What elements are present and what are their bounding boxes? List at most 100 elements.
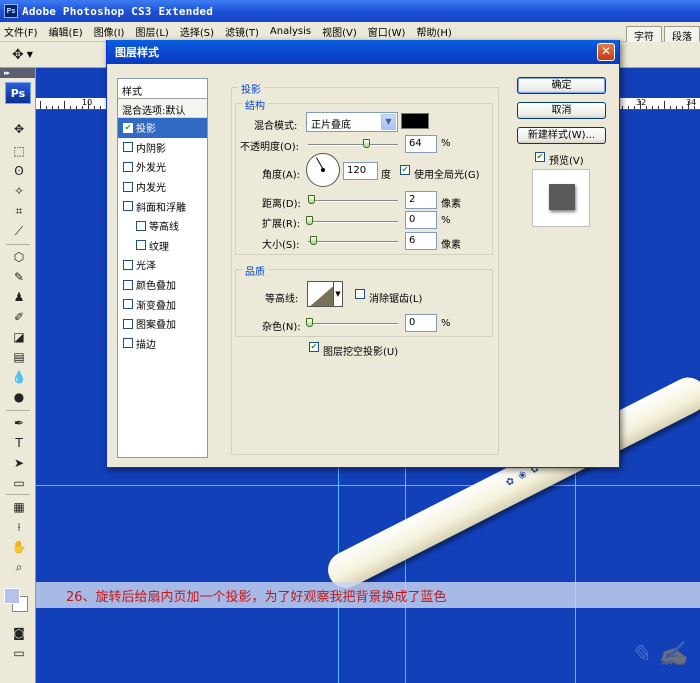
menu-layer[interactable]: 图层(L)	[135, 24, 168, 39]
close-button[interactable]: ✕	[597, 43, 615, 61]
shape-tool-icon[interactable]: ▭	[10, 474, 28, 492]
menu-window[interactable]: 窗口(W)	[368, 24, 406, 39]
menu-edit[interactable]: 编辑(E)	[49, 24, 83, 39]
spread-slider-thumb[interactable]	[306, 216, 313, 225]
style-item-checkbox[interactable]	[123, 338, 133, 349]
hand-tool-icon[interactable]: ✋	[10, 538, 28, 556]
style-item-checkbox[interactable]	[123, 161, 133, 172]
contour-dropdown-arrow[interactable]: ▼	[333, 281, 343, 307]
photoshop-logo[interactable]: Ps	[5, 82, 31, 104]
toolbox-grip[interactable]: ▸▸	[0, 68, 35, 78]
preview-label[interactable]: 预览(V)	[549, 152, 584, 167]
path-selection-tool-icon[interactable]: ➤	[10, 454, 28, 472]
blur-tool-icon[interactable]: 💧	[10, 368, 28, 386]
spread-input[interactable]: 0	[405, 211, 437, 229]
distance-input[interactable]: 2	[405, 191, 437, 209]
brush-tool-icon[interactable]: ✎	[10, 268, 28, 286]
style-item-checkbox[interactable]	[136, 240, 146, 251]
opacity-slider-thumb[interactable]	[362, 139, 370, 148]
angle-dial[interactable]	[306, 153, 340, 187]
lasso-tool-icon[interactable]: ʘ	[10, 162, 28, 180]
global-light-label[interactable]: 使用全局光(G)	[414, 166, 480, 181]
shadow-color-swatch[interactable]	[401, 113, 429, 129]
knockout-checkbox[interactable]: ✔	[309, 342, 319, 352]
blend-mode-select[interactable]: 正片叠底 ▼	[306, 112, 398, 132]
menu-filter[interactable]: 滤镜(T)	[225, 24, 259, 39]
style-item[interactable]: 等高线	[118, 216, 207, 236]
move-tool-icon[interactable]: ✥	[12, 47, 24, 63]
menu-image[interactable]: 图像(I)	[94, 24, 125, 39]
noise-input[interactable]: 0	[405, 314, 437, 332]
quick-mask-icon[interactable]: ◙	[10, 624, 28, 642]
distance-slider-thumb[interactable]	[308, 195, 315, 204]
style-item[interactable]: 光泽	[118, 255, 207, 275]
distance-slider-track[interactable]	[308, 200, 398, 202]
style-item-checkbox[interactable]	[123, 181, 133, 192]
size-slider-track[interactable]	[308, 241, 398, 243]
noise-slider-track[interactable]	[308, 323, 398, 325]
style-item-checkbox[interactable]	[123, 299, 133, 310]
antialias-checkbox[interactable]	[355, 289, 365, 299]
cancel-button[interactable]: 取消	[517, 102, 606, 119]
size-slider-thumb[interactable]	[310, 236, 317, 245]
style-item-checkbox[interactable]	[123, 279, 133, 290]
tool-preset-dropdown[interactable]: ▼	[27, 50, 33, 59]
style-item[interactable]: 纹理	[118, 236, 207, 256]
style-item[interactable]: 渐变叠加	[118, 294, 207, 314]
pen-tool-icon[interactable]: ✒	[10, 414, 28, 432]
style-item[interactable]: 斜面和浮雕	[118, 196, 207, 216]
ok-button[interactable]: 确定	[517, 77, 606, 94]
menu-select[interactable]: 选择(S)	[180, 24, 214, 39]
menu-view[interactable]: 视图(V)	[322, 24, 357, 39]
style-item-checkbox[interactable]: ✔	[123, 122, 133, 133]
marquee-tool-icon[interactable]: ⬚	[10, 142, 28, 160]
tab-paragraph[interactable]: 段落	[664, 26, 700, 43]
angle-input[interactable]: 120	[343, 162, 378, 180]
knockout-label[interactable]: 图层挖空投影(U)	[323, 343, 398, 358]
blending-options-item[interactable]: 混合选项:默认	[118, 99, 207, 118]
style-item[interactable]: ✔ 投影	[118, 118, 207, 138]
noise-slider-thumb[interactable]	[306, 318, 313, 327]
menu-help[interactable]: 帮助(H)	[416, 24, 451, 39]
slice-tool-icon[interactable]: ⟋	[10, 222, 28, 240]
history-brush-tool-icon[interactable]: ✐	[10, 308, 28, 326]
eyedropper-tool-icon[interactable]: ⟊	[10, 518, 28, 536]
style-item-checkbox[interactable]	[123, 201, 133, 212]
menu-file[interactable]: 文件(F)	[4, 24, 38, 39]
type-tool-icon[interactable]: T	[10, 434, 28, 452]
opacity-slider-track[interactable]	[308, 144, 398, 146]
magic-wand-tool-icon[interactable]: ✧	[10, 182, 28, 200]
style-item[interactable]: 颜色叠加	[118, 275, 207, 295]
style-item[interactable]: 内发光	[118, 177, 207, 197]
notes-tool-icon[interactable]: ▦	[10, 498, 28, 516]
styles-header[interactable]: 样式	[118, 79, 207, 99]
style-item[interactable]: 描边	[118, 334, 207, 354]
opacity-input[interactable]: 64	[405, 135, 437, 153]
antialias-label[interactable]: 消除锯齿(L)	[369, 290, 422, 305]
style-item-checkbox[interactable]	[136, 220, 146, 231]
gradient-tool-icon[interactable]: ▤	[10, 348, 28, 366]
foreground-color-swatch[interactable]	[4, 588, 20, 604]
healing-brush-tool-icon[interactable]: ⬡	[10, 248, 28, 266]
style-item-checkbox[interactable]	[123, 318, 133, 329]
spread-slider-track[interactable]	[308, 221, 398, 223]
style-item[interactable]: 内阴影	[118, 138, 207, 158]
tab-character[interactable]: 字符	[626, 26, 662, 43]
screen-mode-icon[interactable]: ▭	[10, 644, 28, 662]
move-tool-icon[interactable]: ✥	[10, 120, 28, 138]
dodge-tool-icon[interactable]: ●	[10, 388, 28, 406]
style-item[interactable]: 图案叠加	[118, 314, 207, 334]
eraser-tool-icon[interactable]: ◪	[10, 328, 28, 346]
dialog-titlebar[interactable]: 图层样式	[107, 40, 619, 64]
preview-checkbox[interactable]: ✔	[535, 152, 545, 162]
style-item-checkbox[interactable]	[123, 142, 133, 153]
zoom-tool-icon[interactable]: ⌕	[10, 558, 28, 576]
menu-analysis[interactable]: Analysis	[270, 26, 311, 37]
style-item-checkbox[interactable]	[123, 259, 133, 270]
style-item[interactable]: 外发光	[118, 157, 207, 177]
crop-tool-icon[interactable]: ⌗	[10, 202, 28, 220]
new-style-button[interactable]: 新建样式(W)...	[517, 127, 606, 144]
global-light-checkbox[interactable]: ✔	[400, 165, 410, 175]
clone-stamp-tool-icon[interactable]: ♟	[10, 288, 28, 306]
size-input[interactable]: 6	[405, 232, 437, 250]
